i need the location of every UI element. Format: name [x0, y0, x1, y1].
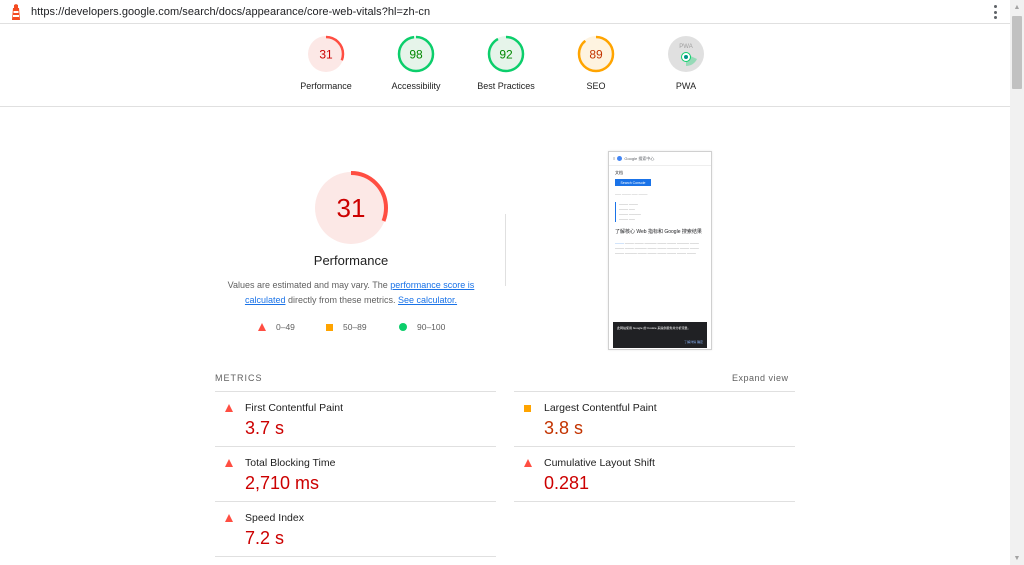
svg-text:98: 98 — [409, 48, 423, 62]
gauge-label: PWA — [675, 81, 697, 91]
scrollbar-thumb[interactable] — [1012, 16, 1022, 89]
average-square-icon — [326, 323, 333, 331]
pwa-badge-icon: PWA — [668, 36, 704, 72]
metric-speed-index: Speed Index 7.2 s — [215, 501, 496, 556]
metric-total-blocking-time: Total Blocking Time 2,710 ms — [215, 446, 496, 501]
metric-value: 2,710 ms — [245, 473, 320, 493]
best-practices-gauge-ring: 92 — [487, 35, 525, 73]
thumb-button: Search Console — [615, 179, 651, 186]
fail-triangle-icon — [225, 514, 233, 522]
metric-value: 7.2 s — [245, 528, 285, 548]
main-category-title: Performance — [313, 253, 389, 268]
vertical-divider — [505, 214, 506, 286]
scroll-up-arrow-icon[interactable]: ▲ — [1010, 0, 1024, 14]
legend-fail: 0–49 — [258, 322, 295, 332]
thumb-menu-icon: ≡ — [613, 156, 616, 161]
metrics-header: METRICS — [215, 373, 263, 383]
metrics-divider — [514, 501, 795, 502]
gauge-label: Performance — [300, 81, 352, 91]
expand-view-button[interactable]: Expand view — [732, 373, 789, 383]
svg-text:92: 92 — [499, 48, 513, 62]
see-calculator-link[interactable]: See calculator. — [398, 295, 457, 305]
accessibility-gauge-ring: 98 — [397, 35, 435, 73]
svg-text:89: 89 — [589, 48, 603, 62]
fail-triangle-icon — [225, 459, 233, 467]
address-bar: https://developers.google.com/search/doc… — [0, 0, 1010, 24]
metric-largest-contentful-paint: Largest Contentful Paint 3.8 s — [514, 391, 795, 446]
pass-circle-icon — [399, 323, 407, 331]
metrics-divider — [215, 556, 496, 557]
main-score: 31 — [337, 193, 366, 223]
final-screenshot-thumbnail[interactable]: ≡ Google 搜索中心 文档 Search Console —— ——— —… — [608, 151, 712, 350]
fail-triangle-icon — [225, 404, 233, 412]
gauge-label: Best Practices — [477, 81, 535, 91]
legend-pass: 90–100 — [399, 322, 445, 332]
gauge-accessibility[interactable]: 98 Accessibility — [371, 35, 461, 91]
legend-average: 50–89 — [326, 322, 367, 332]
thumb-cookie-banner: 此网站使用 Google 的 Cookie 来提供服务并分析流量。 了解详情 确… — [613, 322, 707, 348]
thumb-heading: 了解核心 Web 指标和 Google 搜索结果 — [615, 229, 702, 235]
gauge-best-practices[interactable]: 92 Best Practices — [461, 35, 551, 91]
metric-cumulative-layout-shift: Cumulative Layout Shift 0.281 — [514, 446, 795, 501]
vertical-scrollbar[interactable]: ▲ ▼ — [1010, 0, 1024, 565]
fail-triangle-icon — [258, 323, 266, 331]
gauge-pwa[interactable]: PWA PWA — [641, 35, 731, 91]
svg-text:PWA: PWA — [679, 44, 692, 50]
metric-first-contentful-paint: First Contentful Paint 3.7 s — [215, 391, 496, 446]
gauge-label: Accessibility — [391, 81, 441, 91]
svg-text:31: 31 — [319, 48, 333, 62]
metric-value: 3.7 s — [245, 418, 285, 438]
performance-gauge-ring: 31 — [307, 35, 345, 73]
metric-value: 3.8 s — [544, 418, 584, 438]
gauge-seo[interactable]: 89 SEO — [551, 35, 641, 91]
seo-gauge-ring: 89 — [577, 35, 615, 73]
thumb-google-logo-icon — [617, 156, 623, 161]
thumb-header: ≡ Google 搜索中心 — [609, 152, 711, 166]
average-square-icon — [524, 405, 531, 412]
scroll-down-arrow-icon[interactable]: ▼ — [1010, 551, 1024, 565]
category-gauges: 31 Performance 98 Accessibility 92 Best … — [0, 25, 1010, 107]
page-url: https://developers.google.com/search/doc… — [31, 5, 431, 18]
gauge-label: SEO — [586, 81, 606, 91]
metric-value: 0.281 — [544, 473, 590, 493]
more-options-icon[interactable] — [993, 5, 997, 19]
performance-description: Values are estimated and may vary. The p… — [227, 280, 475, 305]
fail-triangle-icon — [524, 459, 532, 467]
lighthouse-logo-icon — [12, 3, 20, 20]
gauge-performance[interactable]: 31 Performance — [281, 35, 371, 91]
main-performance-gauge: 31 — [314, 171, 388, 245]
